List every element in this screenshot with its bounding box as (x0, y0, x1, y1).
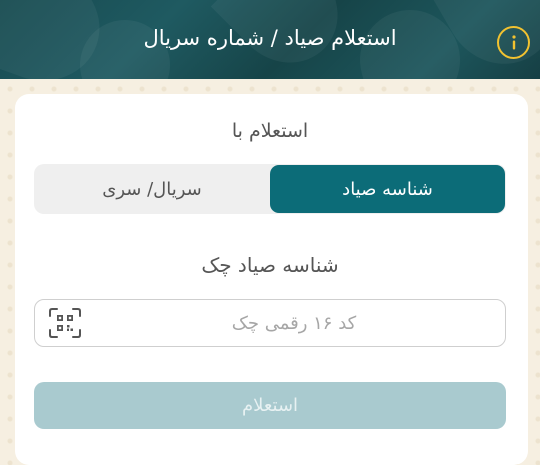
qr-scan-button[interactable] (48, 307, 82, 339)
qr-scan-icon (49, 308, 81, 338)
cheque-code-field (34, 299, 506, 347)
cheque-code-input[interactable] (95, 300, 493, 346)
inquiry-with-label: استعلام با (231, 120, 309, 142)
app-header: استعلام صیاد / شماره سریال (0, 0, 540, 79)
submit-inquiry-button[interactable]: استعلام (34, 382, 506, 429)
segment-sayad-id[interactable]: شناسه صیاد (270, 165, 505, 213)
info-button[interactable] (497, 26, 530, 59)
info-icon (511, 34, 516, 49)
inquiry-type-selector: شناسه صیاد سریال/ سری (34, 164, 506, 214)
page-title: استعلام صیاد / شماره سریال (143, 26, 397, 50)
cheque-sayad-id-label: شناسه صیاد چک (201, 253, 339, 277)
segment-serial[interactable]: سریال/ سری (34, 164, 270, 214)
